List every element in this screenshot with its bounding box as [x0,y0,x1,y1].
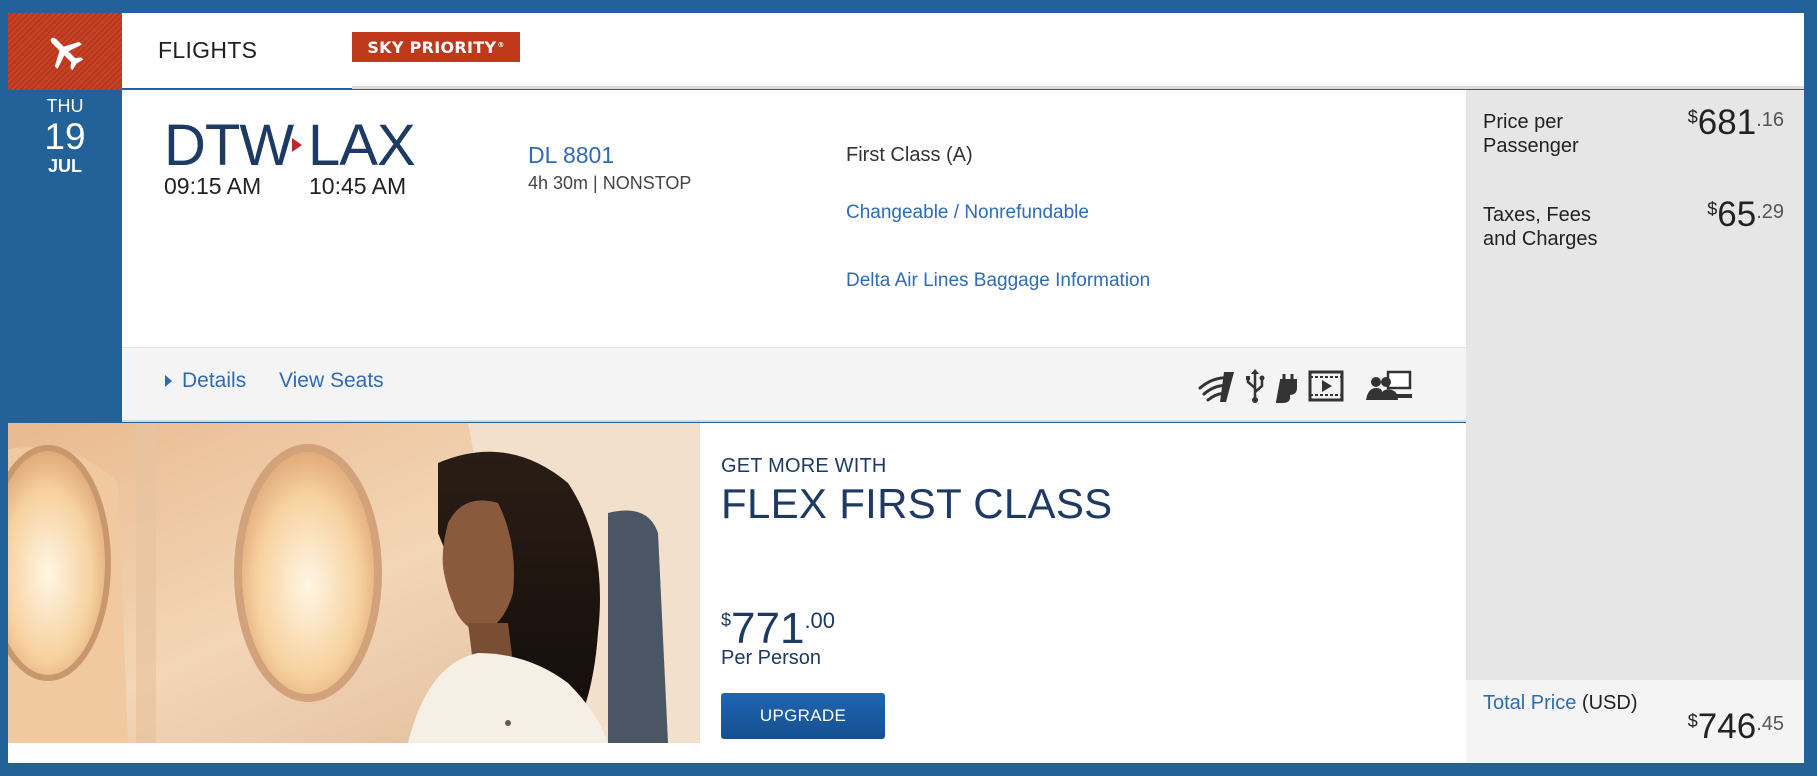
details-toggle[interactable]: Details [182,369,246,393]
baggage-info-link[interactable]: Delta Air Lines Baggage Information [846,270,1150,292]
date-month: JUL [47,156,82,176]
price-per-passenger-amount: $681.16 [1688,103,1784,143]
header-divider [352,86,1804,89]
fare-rules-link[interactable]: Changeable / Nonrefundable [846,202,1089,224]
departure-time: 09:15 AM [164,173,262,199]
amount-cents: .45 [1756,713,1784,735]
flights-tab-icon-tile [8,13,122,90]
currency-symbol: $ [1687,711,1698,731]
total-price-title: Total Price [1483,692,1577,714]
registered-mark: ® [497,41,505,49]
upsell-title: FLEX FIRST CLASS [721,480,1113,527]
flight-duration: 4h 30m | NONSTOP [528,173,692,193]
amount-dollars: 771 [731,604,805,653]
upsell-price-note: Per Person [721,647,822,669]
expand-triangle-icon[interactable] [165,375,172,387]
taxes-amount: $65.29 [1707,195,1784,235]
cabin-class: First Class (A) [846,144,973,166]
currency-symbol: $ [1687,107,1698,127]
arrival-time: 10:45 AM [309,173,407,199]
route-arrow-icon [292,138,302,152]
currency-symbol: $ [721,610,732,630]
amount-dollars: 65 [1717,195,1757,234]
amount-dollars: 746 [1697,707,1757,746]
price-summary-panel [1466,90,1804,680]
upsell-photo [8,423,700,743]
amount-cents: .16 [1756,109,1784,131]
entertainment-icon [1308,366,1344,406]
taxes-label: Taxes, Fees and Charges [1483,204,1598,250]
date-day: 19 [44,116,86,157]
flight-number-link[interactable]: DL 8801 [528,142,614,169]
upgrade-button[interactable]: UPGRADE [721,693,885,739]
card-bottom-edge [8,743,1466,763]
view-seats-link[interactable]: View Seats [279,369,384,393]
total-price-amount: $746.45 [1688,707,1784,747]
airplane-icon [50,37,84,70]
section-title: FLIGHTS [158,37,258,63]
power-outlet-icon [1272,366,1302,406]
actions-bar-divider [122,420,1466,422]
total-price-label: Total Price (USD) [1483,692,1637,715]
date-day-of-week: THU [46,96,84,116]
origin-airport: DTW [164,113,294,178]
price-per-passenger-label: Price per Passenger [1483,111,1579,157]
usb-icon [1244,366,1266,406]
upsell-kicker: GET MORE WITH [721,455,887,477]
currency-symbol: $ [1707,199,1718,219]
destination-airport: LAX [308,113,416,178]
personal-screen-icon [1364,366,1414,406]
amount-cents: .00 [804,608,836,633]
total-price-unit: (USD) [1576,692,1638,714]
sky-priority-badge: SKY PRIORITY ® [352,32,520,62]
wifi-icon [1194,366,1238,406]
sky-priority-label: SKY PRIORITY [367,37,497,57]
amount-dollars: 681 [1697,103,1757,142]
amount-cents: .29 [1756,201,1784,223]
